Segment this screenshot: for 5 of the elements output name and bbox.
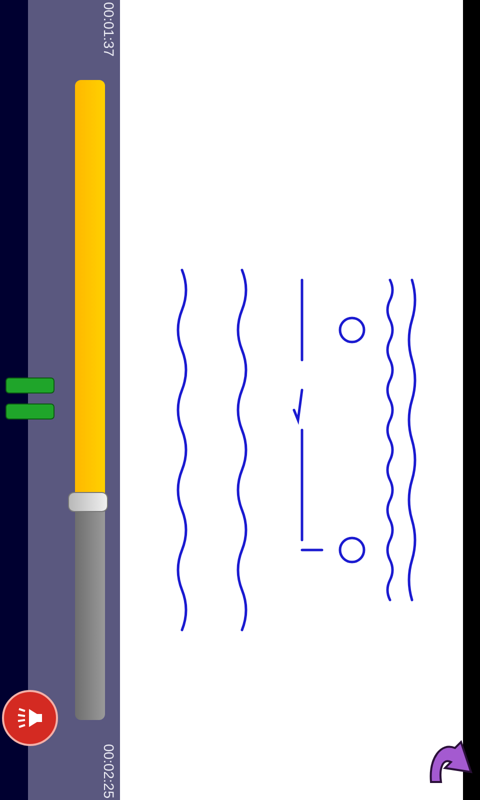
slider-thumb[interactable]	[68, 492, 108, 512]
elapsed-time: 00:01:37	[100, 2, 118, 56]
pause-icon	[5, 377, 55, 421]
total-time: 00:02:25	[100, 744, 118, 798]
pause-button[interactable]	[5, 377, 55, 421]
